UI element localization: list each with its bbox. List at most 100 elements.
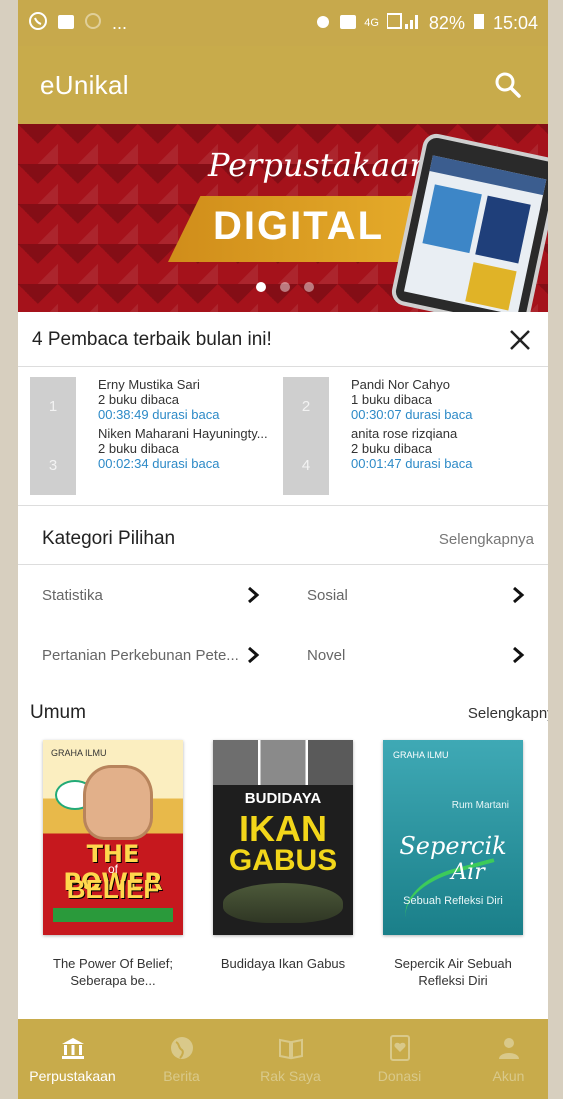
- book-cover: GRAHA ILMU THE POWER of BELIEF: [43, 740, 183, 935]
- reader-entry[interactable]: Niken Maharani Hayuningty... 2 buku diba…: [98, 426, 268, 471]
- cover-author: Rum Martani: [451, 800, 509, 811]
- reader-duration: 00:02:34 durasi baca: [98, 456, 220, 471]
- chevron-right-icon: [248, 586, 260, 604]
- book-card[interactable]: GRAHA ILMU Rum Martani Sepercik Air Sebu…: [368, 740, 538, 989]
- donation-icon: [389, 1035, 410, 1061]
- reader-entry[interactable]: Erny Mustika Sari 2 buku dibaca 00:38:49…: [98, 377, 268, 422]
- reader-name: Pandi Nor Cahyo: [351, 377, 450, 392]
- reader-name: anita rose rizqiana: [351, 426, 458, 441]
- carousel-indicator: [256, 282, 314, 292]
- notification-icon: [84, 12, 102, 35]
- category-more-link[interactable]: Selengkapnya: [439, 531, 534, 548]
- nav-label: Akun: [492, 1068, 525, 1084]
- readers-column-right: 2 4 Pandi Nor Cahyo 1 buku dibaca 00:30:…: [283, 377, 536, 495]
- top-readers-title: 4 Pembaca terbaik bulan ini!: [32, 329, 272, 350]
- reader-entry[interactable]: anita rose rizqiana 2 buku dibaca 00:01:…: [351, 426, 472, 471]
- category-title: Kategori Pilihan: [42, 528, 176, 549]
- chevron-right-icon: [248, 646, 260, 664]
- status-bar: ... 4G 82% 15:04: [18, 0, 548, 46]
- cover-text: GABUS: [228, 844, 338, 877]
- category-label: Sosial: [307, 586, 348, 604]
- nav-label: Donasi: [377, 1068, 422, 1084]
- battery-percent: 82%: [428, 12, 465, 33]
- search-button[interactable]: [490, 67, 526, 103]
- book-cover: GRAHA ILMU Rum Martani Sepercik Air Sebu…: [383, 740, 523, 935]
- reader-name: Niken Maharani Hayuningty...: [98, 426, 268, 441]
- reader-entry[interactable]: Pandi Nor Cahyo 1 buku dibaca 00:30:07 d…: [351, 377, 472, 422]
- publisher-logo: GRAHA ILMU: [51, 748, 107, 758]
- nav-label: Rak Saya: [260, 1068, 321, 1084]
- reader-name: Erny Mustika Sari: [98, 377, 200, 392]
- person-icon: [498, 1038, 519, 1059]
- message-icon: [58, 13, 74, 34]
- phone-screen: ... 4G 82% 15:04 eUnikal Perpustakaan DI…: [18, 0, 548, 1099]
- rank-number: 3: [48, 457, 58, 474]
- category-label: Pertanian Perkebunan Pete...: [42, 646, 239, 664]
- cover-text: Air: [451, 860, 485, 885]
- nav-item-berita[interactable]: Berita: [127, 1019, 236, 1099]
- whatsapp-icon: [28, 11, 48, 36]
- fish-illustration: [223, 883, 343, 923]
- category-item-novel[interactable]: Novel: [283, 625, 548, 685]
- alarm-icon: [314, 12, 332, 35]
- fist-illustration: [83, 765, 153, 840]
- reader-duration: 00:01:47 durasi baca: [351, 456, 473, 471]
- close-icon: [510, 330, 530, 350]
- reader-book-count: 2 buku dibaca: [98, 392, 179, 407]
- reader-duration: 00:30:07 durasi baca: [351, 407, 473, 422]
- signal-icon: [385, 12, 421, 35]
- general-section: Umum Selengkapnya GRAHA ILMU THE POWER o…: [18, 686, 548, 1026]
- book-title: Budidaya Ikan Gabus: [220, 956, 346, 971]
- category-item-statistika[interactable]: Statistika: [18, 565, 283, 625]
- globe-icon: [170, 1037, 193, 1059]
- category-section: Kategori Pilihan Selengkapnya Statistika…: [18, 506, 548, 685]
- nav-label: Perpustakaan: [29, 1068, 116, 1084]
- reader-book-count: 2 buku dibaca: [351, 441, 432, 456]
- reader-book-count: 1 buku dibaca: [351, 392, 432, 407]
- promo-banner[interactable]: Perpustakaan DIGITAL: [18, 124, 548, 312]
- publisher-logo: GRAHA ILMU: [393, 750, 449, 760]
- nav-item-akun[interactable]: Akun: [454, 1019, 548, 1099]
- app-title: eUnikal: [40, 69, 129, 100]
- nav-label: Berita: [163, 1068, 200, 1084]
- general-more-link[interactable]: Selengkapnya: [468, 705, 548, 722]
- cover-text: BUDIDAYA: [244, 790, 322, 807]
- reader-book-count: 2 buku dibaca: [98, 441, 179, 456]
- top-readers-card: 4 Pembaca terbaik bulan ini! 1 3 Erny Mu…: [18, 312, 548, 506]
- general-title: Umum: [30, 702, 86, 723]
- library-icon: [61, 1038, 84, 1059]
- chevron-right-icon: [513, 646, 525, 664]
- nav-item-donasi[interactable]: Donasi: [345, 1019, 454, 1099]
- rank-number: 2: [301, 398, 311, 415]
- app-bar: eUnikal: [18, 46, 548, 124]
- book-icon: [278, 1038, 303, 1060]
- carousel-dot[interactable]: [280, 282, 290, 292]
- category-item-pertanian[interactable]: Pertanian Perkebunan Pete...: [18, 625, 283, 685]
- reader-duration: 00:38:49 durasi baca: [98, 407, 220, 422]
- cover-text: Sebuah Refleksi Diri: [403, 895, 503, 907]
- carousel-dot[interactable]: [304, 282, 314, 292]
- book-title: The Power Of Belief; Seberapa be...: [53, 956, 173, 988]
- category-label: Statistika: [42, 586, 103, 604]
- battery-icon: [473, 12, 485, 35]
- readers-column-left: 1 3 Erny Mustika Sari 2 buku dibaca 00:3…: [30, 377, 283, 495]
- nav-item-rak-saya[interactable]: Rak Saya: [236, 1019, 345, 1099]
- rank-number: 1: [48, 398, 58, 415]
- bottom-navigation: Perpustakaan Berita Rak Saya Donasi Akun: [18, 1019, 548, 1099]
- search-icon: [495, 72, 521, 98]
- category-label: Novel: [307, 646, 346, 664]
- category-item-sosial[interactable]: Sosial: [283, 565, 548, 625]
- book-card[interactable]: GRAHA ILMU THE POWER of BELIEF The Power…: [28, 740, 198, 989]
- close-button[interactable]: [506, 326, 534, 354]
- rank-box: 1 3: [30, 377, 76, 495]
- carousel-dot[interactable]: [256, 282, 266, 292]
- banner-script-text: Perpustakaan: [208, 146, 430, 184]
- more-notifications: ...: [112, 12, 128, 33]
- rank-box: 2 4: [283, 377, 329, 495]
- chevron-right-icon: [513, 586, 525, 604]
- nav-item-perpustakaan[interactable]: Perpustakaan: [18, 1019, 127, 1099]
- rank-number: 4: [301, 457, 311, 474]
- clock: 15:04: [492, 12, 538, 33]
- cover-text: BELIEF: [66, 874, 160, 904]
- book-card[interactable]: BUDIDAYA IKAN GABUS Budidaya Ikan Gabus: [198, 740, 368, 989]
